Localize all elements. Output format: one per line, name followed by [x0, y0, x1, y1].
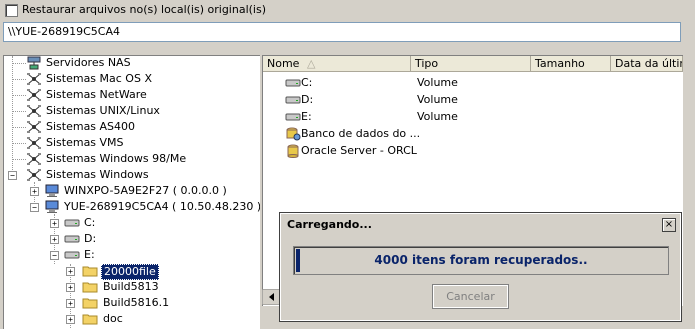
- drive-icon: [64, 232, 80, 246]
- tree-item-build5813[interactable]: Build5813: [103, 280, 159, 294]
- progress-bar: 4000 itens foram recuperados..: [293, 246, 669, 275]
- scroll-left-button[interactable]: [261, 288, 283, 306]
- expand-toggle[interactable]: +: [50, 219, 59, 228]
- expand-toggle[interactable]: +: [66, 299, 75, 308]
- drive-icon: [285, 76, 301, 90]
- tree-item-vms[interactable]: Sistemas VMS: [46, 136, 124, 150]
- drive-icon: [285, 110, 301, 124]
- restore-original-label: Restaurar arquivos no(s) local(is) origi…: [22, 3, 266, 16]
- network-icon: [26, 72, 42, 86]
- expand-toggle[interactable]: +: [66, 283, 75, 292]
- tree-item-windows[interactable]: Sistemas Windows: [46, 168, 149, 182]
- tree-item-yue[interactable]: YUE-268919C5CA4 ( 10.50.48.230 ): [64, 200, 260, 214]
- list-item-type: Volume: [417, 110, 458, 123]
- column-header-size[interactable]: Tamanho: [531, 56, 611, 72]
- tree-item-netware[interactable]: Sistemas NetWare: [46, 88, 147, 102]
- network-icon: [26, 120, 42, 134]
- progress-message: 4000 itens foram recuperados..: [374, 253, 588, 267]
- sort-ascending-icon: △: [307, 57, 316, 70]
- column-header-name[interactable]: Nome △: [263, 56, 411, 72]
- path-field[interactable]: \\YUE-268919C5CA4: [3, 22, 681, 42]
- tree-item-doc[interactable]: doc: [103, 312, 123, 326]
- network-icon: [26, 88, 42, 102]
- network-icon: [26, 136, 42, 150]
- list-item-type: Volume: [417, 76, 458, 89]
- network-icon: [26, 152, 42, 166]
- restore-original-checkbox[interactable]: [5, 4, 18, 17]
- close-icon[interactable]: ×: [662, 218, 676, 232]
- path-value: \\YUE-268919C5CA4: [8, 25, 120, 38]
- expand-toggle[interactable]: +: [66, 267, 75, 276]
- network-icon: [26, 168, 42, 182]
- tree-item-c[interactable]: C:: [84, 216, 95, 230]
- tree-item-macos[interactable]: Sistemas Mac OS X: [46, 72, 152, 86]
- folder-icon: [82, 296, 98, 310]
- list-item-name[interactable]: C:: [301, 76, 312, 89]
- tree-item-20000file[interactable]: 20000file: [101, 264, 159, 280]
- chevron-left-icon: [261, 288, 283, 306]
- drive-icon: [64, 216, 80, 230]
- tree-item-d[interactable]: D:: [84, 232, 96, 246]
- list-item-name[interactable]: Banco de dados do ...: [301, 127, 420, 140]
- drive-icon: [285, 93, 301, 107]
- source-tree[interactable]: Servidores NAS Sistemas Mac OS X Sistema…: [3, 55, 260, 329]
- database-icon: [285, 127, 301, 141]
- column-header-type[interactable]: Tipo: [411, 56, 531, 72]
- loading-dialog: Carregando... × 4000 itens foram recuper…: [279, 212, 682, 322]
- collapse-toggle[interactable]: −: [8, 171, 17, 180]
- collapse-toggle[interactable]: −: [50, 251, 59, 260]
- computer-icon: [44, 184, 60, 198]
- cancel-button[interactable]: Cancelar: [432, 284, 509, 309]
- list-item-name[interactable]: E:: [301, 110, 312, 123]
- list-item-type: Volume: [417, 93, 458, 106]
- column-header-date[interactable]: Data da última: [611, 56, 683, 72]
- tree-item-unix[interactable]: Sistemas UNIX/Linux: [46, 104, 160, 118]
- collapse-toggle[interactable]: −: [30, 203, 39, 212]
- expand-toggle[interactable]: +: [30, 187, 39, 196]
- list-item-name[interactable]: D:: [301, 93, 313, 106]
- tree-item-win98[interactable]: Sistemas Windows 98/Me: [46, 152, 186, 166]
- drive-icon: [64, 248, 80, 262]
- network-icon: [26, 104, 42, 118]
- folder-icon: [82, 312, 98, 326]
- dialog-title: Carregando...: [283, 216, 676, 233]
- oracle-icon: [285, 144, 301, 158]
- expand-toggle[interactable]: +: [50, 235, 59, 244]
- expand-toggle[interactable]: +: [66, 315, 75, 324]
- list-item-name[interactable]: Oracle Server - ORCL: [301, 144, 417, 157]
- folder-icon: [82, 280, 98, 294]
- tree-item-winxpo[interactable]: WINXPO-5A9E2F27 ( 0.0.0.0 ): [64, 184, 227, 198]
- folder-icon: [82, 264, 98, 278]
- computer-icon: [44, 200, 60, 214]
- tree-item-build5816[interactable]: Build5816.1: [103, 296, 169, 310]
- tree-item-e[interactable]: E:: [84, 248, 95, 262]
- tree-item-as400[interactable]: Sistemas AS400: [46, 120, 135, 134]
- tree-item-nas[interactable]: Servidores NAS: [46, 56, 131, 70]
- network-icon: [26, 56, 42, 70]
